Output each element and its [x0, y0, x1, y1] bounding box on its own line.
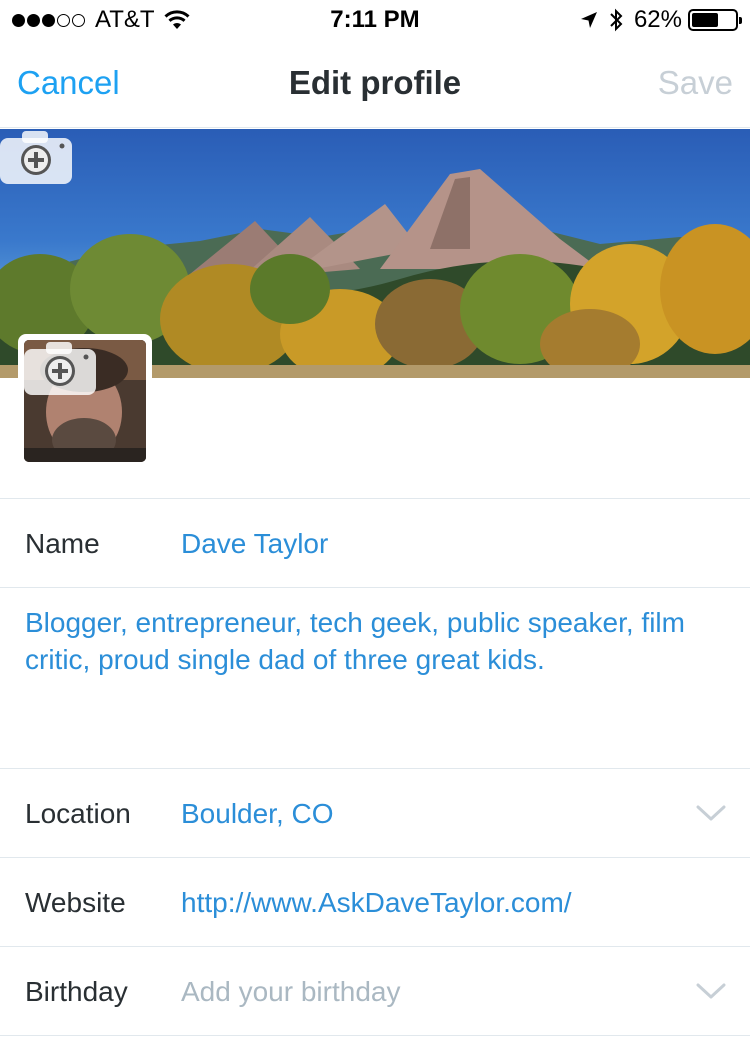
chevron-down-icon[interactable]	[696, 982, 726, 1000]
avatar-image	[24, 340, 146, 462]
bluetooth-icon	[610, 8, 623, 32]
chevron-down-icon[interactable]	[696, 804, 726, 822]
bio-field[interactable]: Blogger, entrepreneur, tech geek, public…	[25, 604, 725, 678]
divider	[0, 768, 750, 769]
avatar[interactable]	[18, 334, 152, 468]
page-title: Edit profile	[288, 64, 462, 101]
location-field[interactable]: Boulder, CO	[181, 798, 334, 830]
battery-percent: 62%	[633, 6, 682, 33]
save-button[interactable]: Save	[658, 64, 733, 102]
website-label: Website	[25, 887, 126, 918]
status-right: 62%	[580, 6, 742, 34]
name-field[interactable]: Dave Taylor	[181, 528, 328, 560]
birthday-label: Birthday	[25, 976, 128, 1007]
website-field[interactable]: http://www.AskDaveTaylor.com/	[181, 887, 572, 919]
divider	[0, 498, 750, 499]
camera-add-icon[interactable]	[24, 340, 96, 395]
divider	[0, 1035, 750, 1036]
battery-fill	[692, 13, 719, 27]
divider	[0, 946, 750, 947]
status-bar: AT&T 7:11 PM 62%	[0, 0, 750, 40]
name-label: Name	[25, 528, 100, 559]
divider	[0, 857, 750, 858]
divider	[0, 587, 750, 588]
nav-bar: Cancel Edit profile Save	[0, 40, 750, 128]
birthday-field[interactable]: Add your birthday	[181, 976, 400, 1008]
location-arrow-icon	[580, 12, 597, 28]
battery-icon	[688, 9, 742, 31]
location-label: Location	[25, 798, 131, 829]
camera-add-icon[interactable]	[0, 129, 72, 184]
